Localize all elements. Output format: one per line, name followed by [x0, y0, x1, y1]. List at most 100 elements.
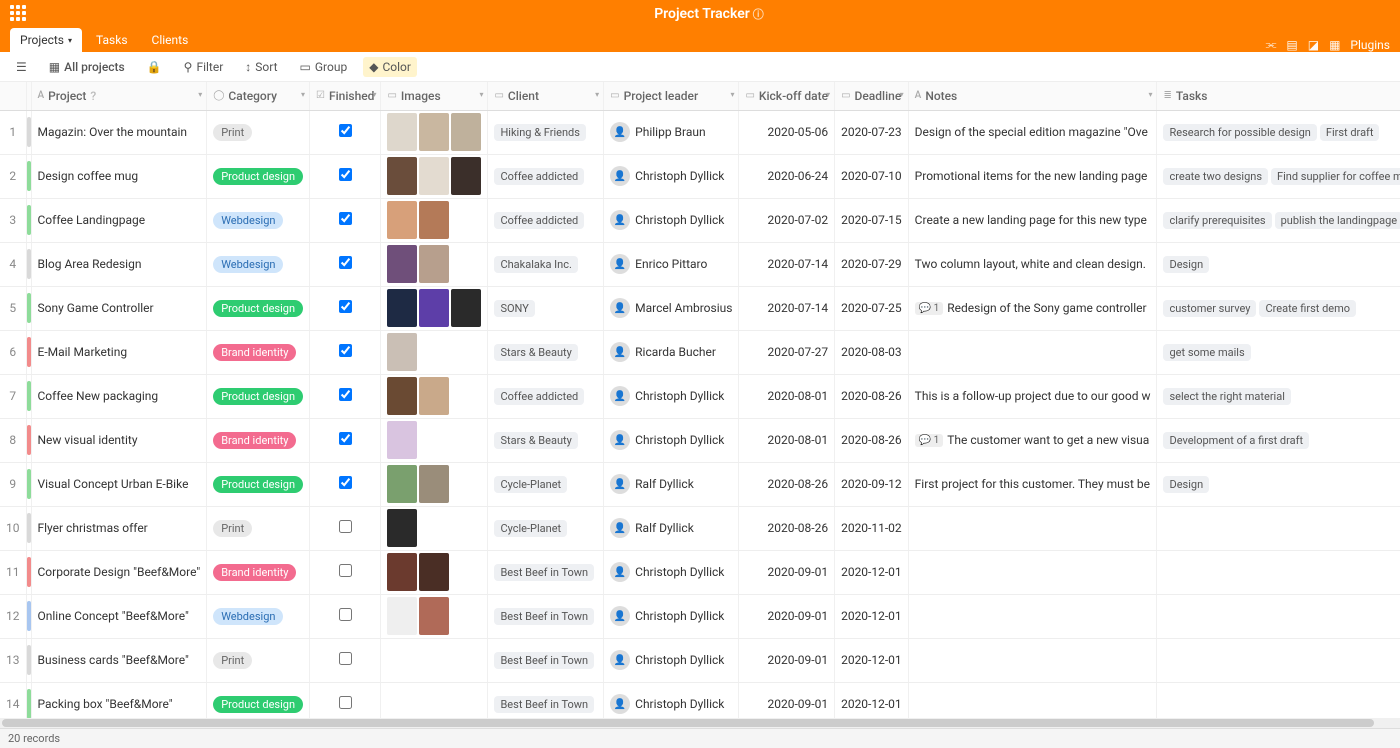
row-number[interactable]: 8 [0, 418, 26, 462]
images-cell[interactable] [381, 462, 488, 506]
finished-cell[interactable] [310, 594, 381, 638]
task-chip[interactable]: Design [1163, 476, 1209, 493]
leader-cell[interactable]: 👤Christoph Dyllick [604, 638, 739, 682]
leader-cell[interactable]: 👤Christoph Dyllick [604, 594, 739, 638]
image-thumb[interactable] [387, 333, 417, 371]
lock-icon[interactable]: 🔒 [141, 57, 168, 77]
chevron-down-icon[interactable]: ▾ [730, 90, 734, 99]
finished-checkbox[interactable] [339, 696, 352, 709]
image-thumb[interactable] [387, 377, 417, 415]
tasks-cell[interactable] [1157, 594, 1400, 638]
chevron-down-icon[interactable]: ▾ [372, 90, 376, 99]
client-cell[interactable]: Chakalaka Inc. [488, 242, 604, 286]
deadline-cell[interactable]: 2020-07-29 [835, 242, 909, 286]
image-thumb[interactable] [419, 377, 449, 415]
leader-cell[interactable]: 👤Christoph Dyllick [604, 374, 739, 418]
image-thumb[interactable] [387, 553, 417, 591]
notes-cell[interactable]: Two column layout, white and clean desig… [908, 242, 1157, 286]
col-header-finished[interactable]: ☑ Finished▾ [310, 82, 381, 110]
deadline-cell[interactable]: 2020-07-25 [835, 286, 909, 330]
client-cell[interactable]: Stars & Beauty [488, 418, 604, 462]
tab-projects[interactable]: Projects▾ [10, 28, 82, 52]
finished-cell[interactable] [310, 198, 381, 242]
finished-checkbox[interactable] [339, 432, 352, 445]
col-header-kick[interactable]: ▭ Kick-off date▾ [739, 82, 835, 110]
finished-cell[interactable] [310, 286, 381, 330]
image-thumb[interactable] [387, 289, 417, 327]
finished-cell[interactable] [310, 374, 381, 418]
tab-clients[interactable]: Clients [142, 28, 199, 52]
task-chip[interactable]: get some mails [1163, 344, 1250, 361]
tasks-cell[interactable]: Design [1157, 462, 1400, 506]
image-thumb[interactable] [387, 245, 417, 283]
finished-cell[interactable] [310, 330, 381, 374]
task-chip[interactable]: Research for possible design [1163, 124, 1316, 141]
sort-button[interactable]: ↕ Sort [239, 57, 283, 77]
finished-checkbox[interactable] [339, 388, 352, 401]
image-thumb[interactable] [387, 421, 417, 459]
deadline-cell[interactable]: 2020-08-26 [835, 374, 909, 418]
finished-cell[interactable] [310, 418, 381, 462]
task-chip[interactable]: customer survey [1163, 300, 1256, 317]
category-cell[interactable]: Product design [207, 374, 310, 418]
kickoff-cell[interactable]: 2020-05-06 [739, 110, 835, 154]
images-cell[interactable] [381, 242, 488, 286]
task-chip[interactable]: Find supplier for coffee mug [1271, 168, 1400, 185]
category-cell[interactable]: Brand identity [207, 418, 310, 462]
kickoff-cell[interactable]: 2020-07-14 [739, 286, 835, 330]
client-cell[interactable]: Best Beef in Town [488, 594, 604, 638]
images-cell[interactable] [381, 374, 488, 418]
project-cell[interactable]: Magazin: Over the mountain [31, 110, 207, 154]
task-chip[interactable]: First draft [1320, 124, 1380, 141]
notes-cell[interactable] [908, 330, 1157, 374]
finished-checkbox[interactable] [339, 476, 352, 489]
images-cell[interactable] [381, 154, 488, 198]
help-icon[interactable]: ? [90, 89, 96, 103]
image-thumb[interactable] [419, 465, 449, 503]
kickoff-cell[interactable]: 2020-08-26 [739, 506, 835, 550]
task-chip[interactable]: publish the landingpage [1275, 212, 1400, 229]
tasks-cell[interactable]: Design [1157, 242, 1400, 286]
color-button[interactable]: ◆ Color [363, 57, 417, 77]
activity-icon[interactable]: ◪ [1308, 38, 1319, 52]
tab-tasks[interactable]: Tasks [86, 28, 138, 52]
image-thumb[interactable] [451, 157, 481, 195]
notes-cell[interactable]: First project for this customer. They mu… [908, 462, 1157, 506]
plugins-icon[interactable]: ▦ [1329, 38, 1340, 52]
row-number[interactable]: 5 [0, 286, 26, 330]
row-number[interactable]: 3 [0, 198, 26, 242]
image-thumb[interactable] [387, 201, 417, 239]
col-header-leader[interactable]: ▭ Project leader▾ [604, 82, 739, 110]
form-icon[interactable]: ▤ [1286, 38, 1297, 52]
tasks-cell[interactable]: Research for possible designFirst draft [1157, 110, 1400, 154]
client-cell[interactable]: Coffee addicted [488, 374, 604, 418]
finished-checkbox[interactable] [339, 608, 352, 621]
plugins-label[interactable]: Plugins [1350, 38, 1390, 52]
image-thumb[interactable] [419, 201, 449, 239]
comment-badge[interactable]: 💬 1 [915, 302, 944, 315]
leader-cell[interactable]: 👤Christoph Dyllick [604, 198, 739, 242]
tasks-cell[interactable]: get some mails [1157, 330, 1400, 374]
category-cell[interactable]: Product design [207, 154, 310, 198]
chevron-down-icon[interactable]: ▾ [479, 90, 483, 99]
deadline-cell[interactable]: 2020-12-01 [835, 638, 909, 682]
image-thumb[interactable] [387, 597, 417, 635]
kickoff-cell[interactable]: 2020-06-24 [739, 154, 835, 198]
row-number[interactable]: 7 [0, 374, 26, 418]
col-header-blank[interactable] [0, 82, 26, 110]
category-cell[interactable]: Product design [207, 462, 310, 506]
category-cell[interactable]: Webdesign [207, 242, 310, 286]
filter-button[interactable]: ⚲ Filter [178, 57, 230, 77]
category-cell[interactable]: Print [207, 638, 310, 682]
leader-cell[interactable]: 👤Christoph Dyllick [604, 550, 739, 594]
row-number[interactable]: 10 [0, 506, 26, 550]
kickoff-cell[interactable]: 2020-09-01 [739, 594, 835, 638]
tasks-cell[interactable]: select the right material [1157, 374, 1400, 418]
tasks-cell[interactable]: Development of a first draft [1157, 418, 1400, 462]
finished-checkbox[interactable] [339, 652, 352, 665]
chevron-down-icon[interactable]: ▾ [826, 90, 830, 99]
finished-cell[interactable] [310, 462, 381, 506]
image-thumb[interactable] [419, 157, 449, 195]
leader-cell[interactable]: 👤Christoph Dyllick [604, 154, 739, 198]
finished-cell[interactable] [310, 638, 381, 682]
